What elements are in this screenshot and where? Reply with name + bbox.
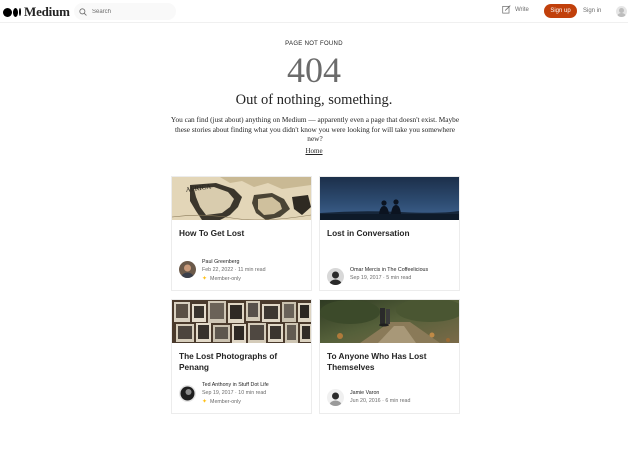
top-navigation-bar: Medium Write Sign up Sign in xyxy=(0,0,628,23)
member-only-badge: ✦ Member-only xyxy=(202,398,241,406)
page-headline: Out of nothing, something. xyxy=(235,92,393,108)
member-only-label: Member-only xyxy=(210,275,241,282)
publish-date: Feb 22, 2022 xyxy=(202,267,234,273)
logo-text: Medium xyxy=(24,4,70,19)
author-name[interactable]: Jamie Varon xyxy=(350,390,379,396)
story-title[interactable]: Lost in Conversation xyxy=(327,228,455,239)
user-avatar-icon[interactable] xyxy=(616,6,627,17)
author-avatar[interactable] xyxy=(179,261,196,278)
page-not-found-label: PAGE NOT FOUND xyxy=(285,41,343,47)
story-meta: Sep 19, 2017 · 10 min read xyxy=(202,390,266,396)
member-only-badge: ✦ Member-only xyxy=(202,275,241,283)
star-icon: ✦ xyxy=(202,276,208,282)
meta-separator: · xyxy=(383,275,385,281)
page-description: You can find (just about) anything on Me… xyxy=(170,115,460,143)
story-image-forest xyxy=(320,300,459,343)
story-meta: Jun 20, 2016 · 6 min read xyxy=(350,398,410,404)
author-avatar[interactable] xyxy=(179,385,196,402)
meta-separator: · xyxy=(382,398,384,404)
story-meta: Sep 19, 2017 · 5 min read xyxy=(350,275,411,281)
search-input[interactable] xyxy=(92,8,172,15)
story-image-photographs xyxy=(172,300,311,343)
meta-separator: · xyxy=(235,390,237,396)
story-image-map: AFRICA xyxy=(172,177,311,220)
search-bar[interactable] xyxy=(74,3,176,20)
write-label: Write xyxy=(515,6,529,13)
star-icon: ✦ xyxy=(202,399,208,405)
story-card[interactable]: AFRICA How To Get Lost Paul Greenberg Fe… xyxy=(171,176,312,291)
story-card[interactable]: The Lost Photographs of Penang Ted Antho… xyxy=(171,299,312,414)
sign-in-link[interactable]: Sign in xyxy=(583,8,601,14)
search-icon xyxy=(79,7,87,16)
author-avatar[interactable] xyxy=(327,389,344,406)
story-card[interactable]: To Anyone Who Has Lost Themselves Jamie … xyxy=(319,299,460,414)
read-time: 6 min read xyxy=(385,398,411,404)
story-title[interactable]: The Lost Photographs of Penang xyxy=(179,351,307,373)
publish-date: Sep 19, 2017 xyxy=(350,275,382,281)
write-icon xyxy=(502,5,511,14)
read-time: 10 min read xyxy=(238,390,267,396)
publish-date: Sep 19, 2017 xyxy=(202,390,234,396)
publish-date: Jun 20, 2016 xyxy=(350,398,381,404)
member-only-label: Member-only xyxy=(210,398,241,405)
write-button[interactable]: Write xyxy=(502,5,529,14)
read-time: 11 min read xyxy=(237,267,266,273)
read-time: 5 min read xyxy=(386,275,412,281)
medium-logo-icon xyxy=(3,7,21,17)
author-name[interactable]: Omar Mercis in The Coffeelicious xyxy=(350,267,428,273)
story-card[interactable]: Lost in Conversation Omar Mercis in The … xyxy=(319,176,460,291)
home-link[interactable]: Home xyxy=(305,147,322,155)
sign-up-button[interactable]: Sign up xyxy=(544,4,577,18)
story-meta: Feb 22, 2022 · 11 min read xyxy=(202,267,266,273)
author-name[interactable]: Ted Anthony in Stuff Dot Life xyxy=(202,382,269,388)
error-code: 404 xyxy=(287,50,341,90)
meta-separator: · xyxy=(234,267,237,273)
story-title[interactable]: How To Get Lost xyxy=(179,228,307,239)
author-avatar[interactable] xyxy=(327,268,344,285)
story-image-dusk xyxy=(320,177,459,220)
story-title[interactable]: To Anyone Who Has Lost Themselves xyxy=(327,351,455,373)
medium-logo[interactable]: Medium xyxy=(3,4,70,20)
author-name[interactable]: Paul Greenberg xyxy=(202,259,239,265)
